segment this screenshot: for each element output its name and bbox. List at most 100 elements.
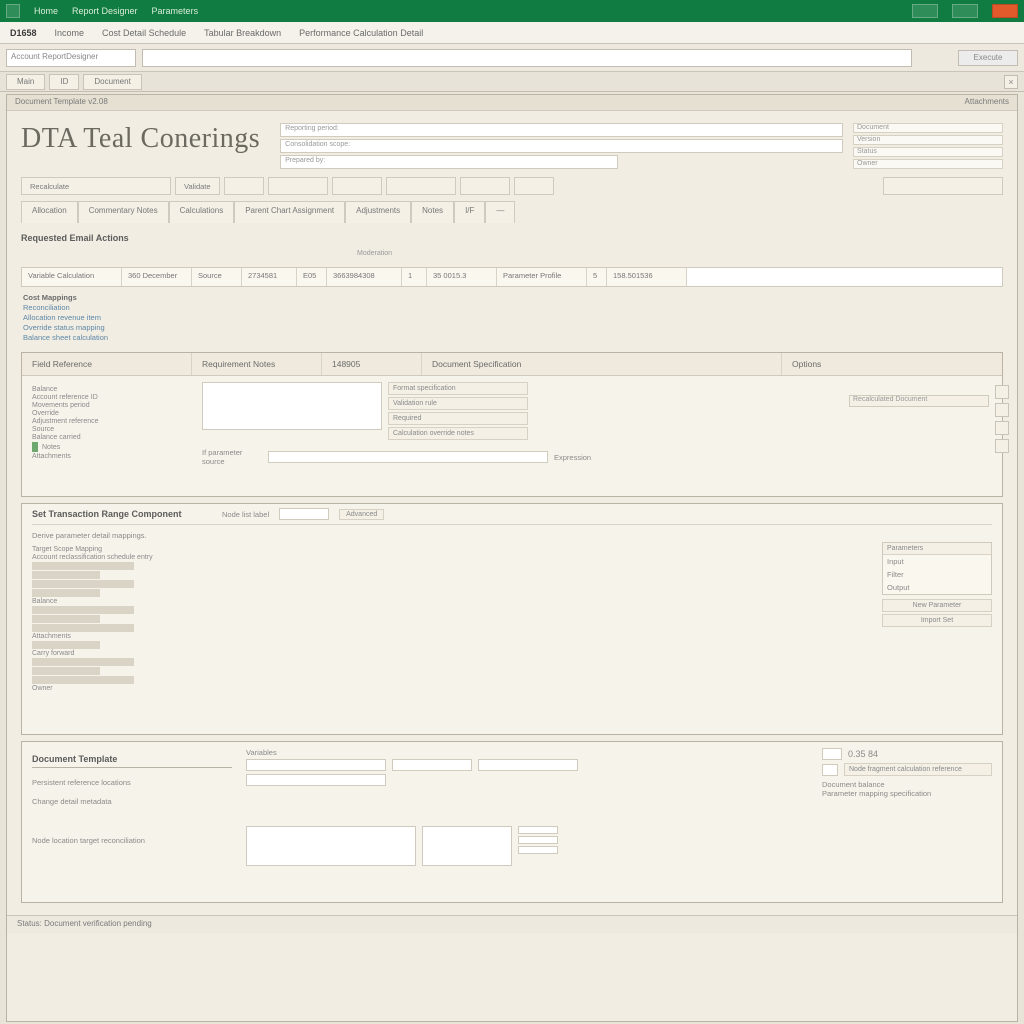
p2-l-8[interactable] [32, 615, 202, 623]
p2-l-14[interactable] [32, 667, 202, 675]
p1-head-4[interactable]: Options [782, 353, 1002, 375]
sect-tab-6[interactable]: I/F [454, 201, 485, 223]
p1-ll-1[interactable]: Account reference ID [32, 394, 192, 401]
p2-l-5[interactable] [32, 589, 202, 597]
p1-ll-7[interactable]: Notes [42, 444, 60, 451]
p3-right-check[interactable] [822, 764, 838, 776]
ribbon-tab-parameters[interactable]: Parameters [152, 6, 199, 16]
p2-l-1[interactable]: Account reclassification schedule entry [32, 554, 202, 561]
doc-tab-0[interactable]: Income [55, 28, 85, 38]
title-field-0[interactable]: Reporting period: [280, 123, 843, 137]
p1-ll-2[interactable]: Movements period [32, 402, 192, 409]
link-2[interactable]: Override status mapping [23, 323, 1003, 332]
p3-right-icon[interactable] [822, 748, 842, 760]
subtab-id[interactable]: ID [49, 74, 79, 90]
execute-button[interactable]: Execute [958, 50, 1018, 66]
p1-head-3[interactable]: Document Specification [422, 353, 782, 375]
p3-mid-field-d[interactable] [246, 774, 386, 786]
p2-side-btn1[interactable]: New Parameter [882, 599, 992, 612]
p2-side-r1[interactable]: Filter [883, 568, 991, 581]
doc-header-right[interactable]: Attachments [965, 97, 1009, 108]
p2-side-btn2[interactable]: Import Set [882, 614, 992, 627]
p3-mid-field-c[interactable] [478, 759, 578, 771]
p1-ll-3[interactable]: Override [32, 410, 192, 417]
p2-l-10[interactable]: Attachments [32, 633, 202, 640]
p1-ll-8[interactable]: Attachments [32, 453, 192, 460]
sect-tab-4[interactable]: Adjustments [345, 201, 411, 223]
p2-l-15[interactable] [32, 676, 202, 684]
subtab-main[interactable]: Main [6, 74, 45, 90]
subtab-close-icon[interactable]: × [1004, 75, 1018, 89]
p3-bottom-card-a[interactable] [246, 826, 416, 866]
title-field-1[interactable]: Consolidation scope: [280, 139, 843, 153]
p2-l-13[interactable] [32, 658, 202, 666]
p1-ll-6[interactable]: Balance carried [32, 434, 192, 441]
toolbar-recalc-button[interactable]: Recalculate [21, 177, 171, 195]
app-icon[interactable] [6, 4, 20, 18]
toolbar-validate-button[interactable]: Validate [175, 177, 220, 195]
doc-id[interactable]: D1658 [10, 28, 37, 38]
link-0[interactable]: Reconciliation [23, 303, 1003, 312]
p2-l-12[interactable]: Carry forward [32, 650, 202, 657]
right-badge-0[interactable]: Recalculated Document [849, 395, 989, 407]
p3-mid-field-b[interactable] [392, 759, 472, 771]
sect-tab-0[interactable]: Allocation [21, 201, 78, 223]
p1-head-0[interactable]: Field Reference [22, 353, 192, 375]
p1-row-field[interactable] [268, 451, 548, 463]
link-3[interactable]: Balance sheet calculation [23, 333, 1003, 342]
window-max-button[interactable] [952, 4, 978, 18]
p2-l-3[interactable] [32, 571, 202, 579]
p1-head-2[interactable]: 148905 [322, 353, 422, 375]
p1-head-1[interactable]: Requirement Notes [192, 353, 322, 375]
stack-icon-0[interactable] [995, 385, 1009, 399]
green-bar-icon [32, 442, 38, 452]
subtab-document[interactable]: Document [83, 74, 141, 90]
p2-l-7[interactable] [32, 606, 202, 614]
doc-tab-1[interactable]: Cost Detail Schedule [102, 28, 186, 38]
sect-tab-5[interactable]: Notes [411, 201, 454, 223]
sect-tab-2[interactable]: Calculations [169, 201, 235, 223]
p1-ll-0[interactable]: Balance [32, 386, 192, 393]
p2-field-input[interactable] [279, 508, 329, 520]
toolbar-button-e[interactable] [460, 177, 510, 195]
sect-tab-3[interactable]: Parent Chart Assignment [234, 201, 345, 223]
name-box[interactable]: Account ReportDesigner [6, 49, 136, 67]
p1-ll-5[interactable]: Source [32, 426, 192, 433]
doc-tab-3[interactable]: Performance Calculation Detail [299, 28, 423, 38]
p2-l-0[interactable]: Target Scope Mapping [32, 546, 202, 553]
sect-tab-1[interactable]: Commentary Notes [78, 201, 169, 223]
p2-side-r0[interactable]: Input [883, 555, 991, 568]
p1-card-blank[interactable] [202, 382, 382, 430]
ribbon-tab-designer[interactable]: Report Designer [72, 6, 138, 16]
p2-l-6[interactable]: Balance [32, 598, 202, 605]
p1-ll-4[interactable]: Adjustment reference [32, 418, 192, 425]
toolbar-button-f[interactable] [514, 177, 554, 195]
window-min-button[interactable] [912, 4, 938, 18]
toolbar-button-right[interactable] [883, 177, 1003, 195]
formula-bar[interactable] [142, 49, 912, 67]
toolbar-button-d[interactable] [386, 177, 456, 195]
link-1[interactable]: Allocation revenue item [23, 313, 1003, 322]
toolbar-button-b[interactable] [268, 177, 328, 195]
p2-l-16[interactable]: Owner [32, 685, 202, 692]
data-row[interactable]: Variable Calculation 360 December Source… [21, 267, 1003, 287]
toolbar-button-c[interactable] [332, 177, 382, 195]
p3-right-box[interactable]: Node fragment calculation reference [844, 763, 992, 776]
toolbar-button-a[interactable] [224, 177, 264, 195]
title-field-2[interactable]: Prepared by: [280, 155, 618, 169]
stack-icon-2[interactable] [995, 421, 1009, 435]
p3-mid-field-a[interactable] [246, 759, 386, 771]
p2-side-r2[interactable]: Output [883, 581, 991, 594]
ribbon-tab-home[interactable]: Home [34, 6, 58, 16]
p2-chip[interactable]: Advanced [339, 509, 384, 520]
stack-icon-1[interactable] [995, 403, 1009, 417]
p2-l-9[interactable] [32, 624, 202, 632]
p2-l-11[interactable] [32, 641, 202, 649]
sect-tab-7[interactable]: — [485, 201, 515, 223]
p3-bottom-card-b[interactable] [422, 826, 512, 866]
stack-icon-3[interactable] [995, 439, 1009, 453]
p2-l-2[interactable] [32, 562, 202, 570]
p2-l-4[interactable] [32, 580, 202, 588]
doc-tab-2[interactable]: Tabular Breakdown [204, 28, 281, 38]
window-close-button[interactable] [992, 4, 1018, 18]
